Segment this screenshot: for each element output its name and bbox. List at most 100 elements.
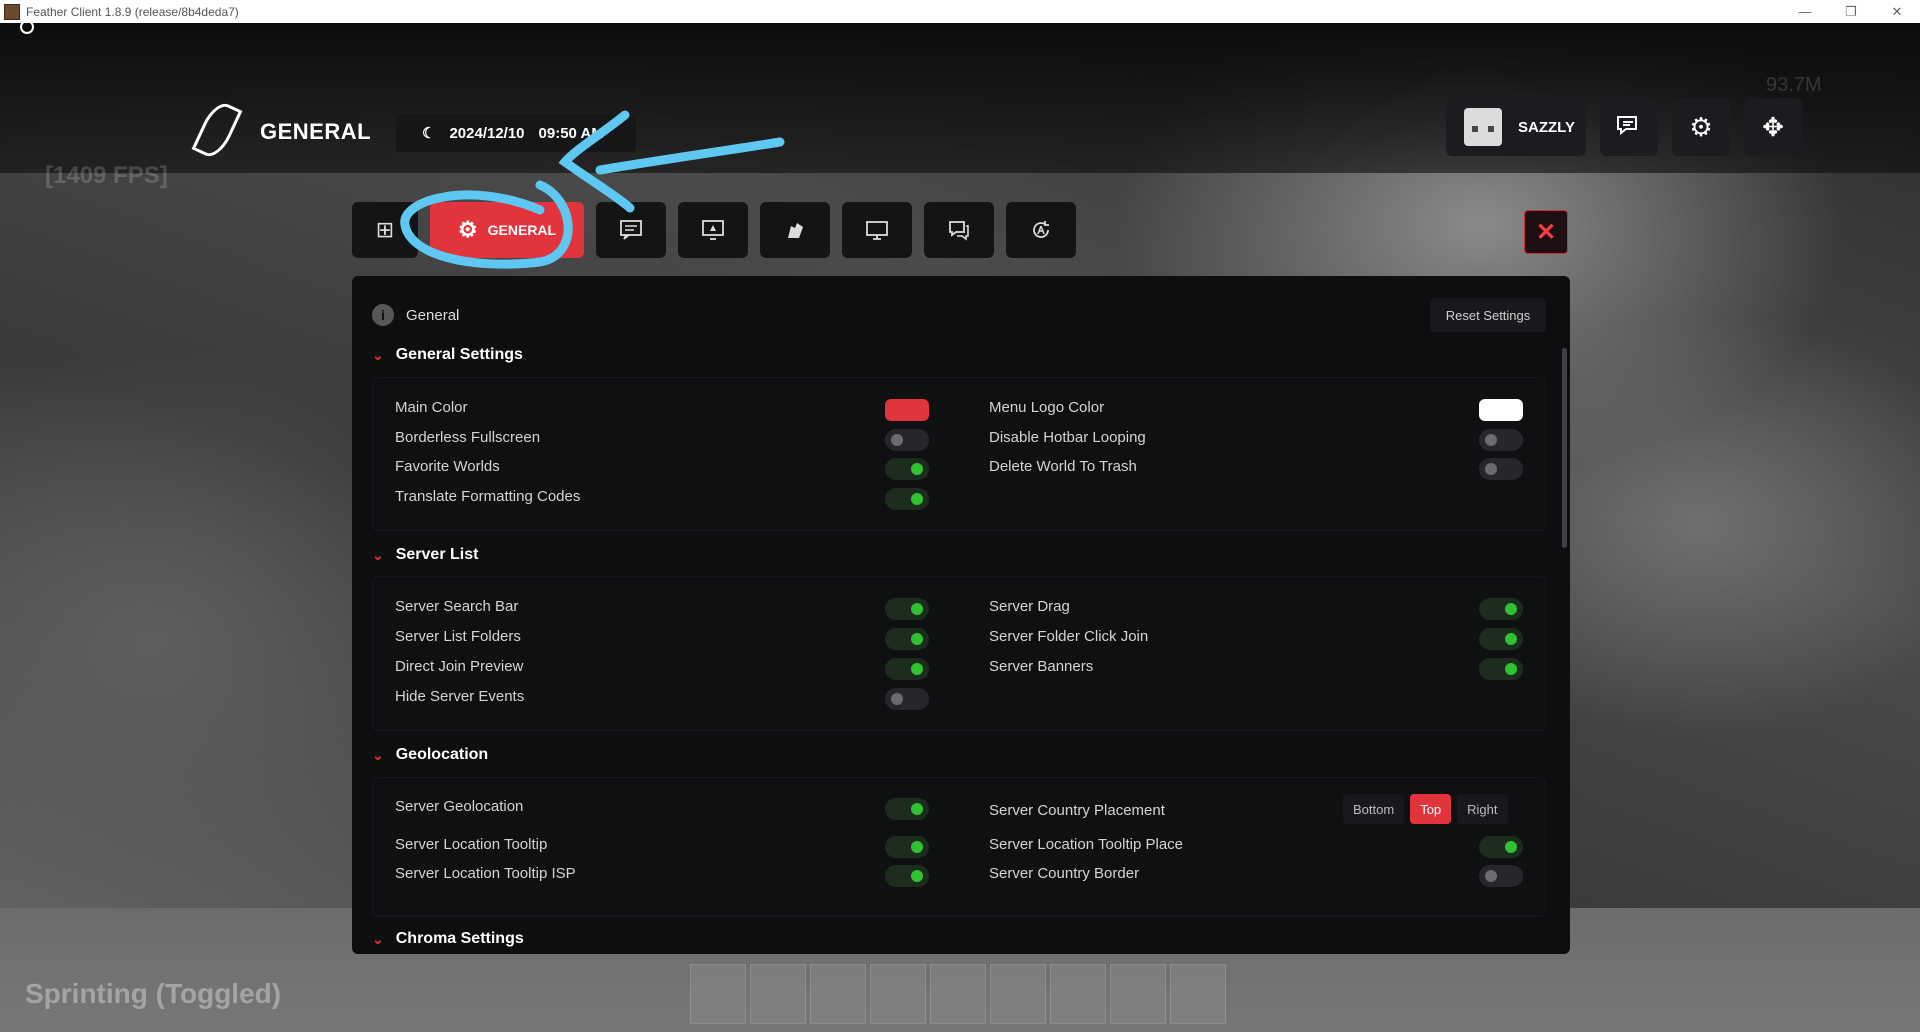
category-tabs: ⊞ ⚙ GENERAL — [352, 202, 1076, 258]
feather-logo-icon — [191, 98, 243, 164]
setting-label: Server Geolocation — [395, 798, 524, 815]
close-icon: ✕ — [1535, 218, 1557, 246]
main-color-swatch[interactable] — [885, 399, 929, 421]
setting-label: Server Folder Click Join — [989, 628, 1149, 645]
toggle-server-drag[interactable] — [1479, 598, 1523, 620]
tab-cosmetics[interactable] — [760, 202, 830, 258]
panel-header: i General — [372, 304, 459, 326]
chevron-down-icon: ⌄ — [372, 346, 384, 363]
tab-overview[interactable]: ⊞ — [352, 202, 418, 258]
section-chroma-settings[interactable]: ⌄ Chroma Settings — [372, 930, 524, 948]
setting-label: Server Location Tooltip Place — [989, 836, 1184, 853]
reset-settings-button[interactable]: Reset Settings — [1430, 298, 1546, 332]
toggle-server-location-tooltip[interactable] — [885, 836, 929, 858]
hotbar-slot — [690, 964, 746, 1024]
close-menu-button[interactable]: ✕ — [1524, 210, 1568, 254]
chevron-down-icon: ⌄ — [372, 930, 384, 947]
setting-label: Server Drag — [989, 598, 1070, 615]
tab-sync[interactable] — [1006, 202, 1076, 258]
toggle-server-list-folders[interactable] — [885, 628, 929, 650]
tab-display[interactable] — [842, 202, 912, 258]
setting-label: Menu Logo Color — [989, 399, 1105, 416]
scrollbar[interactable] — [1562, 348, 1567, 548]
placement-option-bottom[interactable]: Bottom — [1343, 794, 1405, 824]
window-close-button[interactable]: ✕ — [1874, 4, 1920, 20]
gears-icon: ⚙ — [1689, 111, 1713, 142]
toggle-server-banners[interactable] — [1479, 658, 1523, 680]
hotbar — [690, 964, 1226, 1024]
toggle-server-country-border[interactable] — [1479, 865, 1523, 887]
chat-icon — [620, 220, 642, 240]
placement-selector: Bottom Top Right — [1343, 794, 1508, 824]
setting-label: Translate Formatting Codes — [395, 488, 581, 505]
section-title: Chroma Settings — [395, 930, 524, 947]
minimize-button[interactable]: — — [1782, 4, 1828, 20]
chat-button[interactable] — [1600, 98, 1658, 156]
display-icon — [866, 221, 888, 240]
server-list-box: Server Search Bar Server List Folders Di… — [372, 576, 1546, 731]
move-button[interactable]: ✥ — [1744, 98, 1802, 156]
move-arrows-icon: ✥ — [1762, 111, 1784, 142]
monitor-cursor-icon — [702, 220, 724, 240]
toggle-server-location-tooltip-place[interactable] — [1479, 836, 1523, 858]
settings-button[interactable]: ⚙ — [1672, 98, 1730, 156]
toggle-server-location-tooltip-isp[interactable] — [885, 865, 929, 887]
info-icon: i — [372, 304, 394, 326]
section-general-settings[interactable]: ⌄ General Settings — [372, 346, 523, 364]
chat-bubble-icon — [1617, 116, 1637, 136]
toggle-server-folder-click-join[interactable] — [1479, 628, 1523, 650]
grid-icon: ⊞ — [375, 217, 395, 242]
toggle-hide-server-events[interactable] — [885, 688, 929, 710]
toggle-translate-formatting-codes[interactable] — [885, 488, 929, 510]
time-text: 09:50 AM — [538, 124, 604, 142]
tab-messages[interactable] — [924, 202, 994, 258]
setting-label: Server Banners — [989, 658, 1094, 675]
setting-label: Hide Server Events — [395, 688, 525, 705]
placement-option-top[interactable]: Top — [1410, 794, 1452, 824]
header: GENERAL — [191, 98, 371, 164]
hud-readout: 93.7M — [1766, 74, 1822, 96]
hotbar-slot — [870, 964, 926, 1024]
placement-option-right[interactable]: Right — [1457, 794, 1508, 824]
setting-label: Delete World To Trash — [989, 458, 1137, 475]
tab-general[interactable]: ⚙ GENERAL — [430, 202, 584, 258]
hotbar-slot — [750, 964, 806, 1024]
maximize-button[interactable]: ❐ — [1828, 4, 1874, 20]
panel-title: General — [406, 306, 460, 324]
toggle-delete-world-to-trash[interactable] — [1479, 458, 1523, 480]
tab-hud[interactable] — [678, 202, 748, 258]
section-title: General Settings — [395, 346, 523, 363]
hand-icon — [788, 223, 803, 238]
menu-logo-color-swatch[interactable] — [1479, 399, 1523, 421]
user-profile-button[interactable]: SAZZLY — [1446, 98, 1586, 156]
toggle-direct-join-preview[interactable] — [885, 658, 929, 680]
chevron-down-icon: ⌄ — [372, 546, 384, 563]
hotbar-slot — [810, 964, 866, 1024]
tab-general-label: GENERAL — [487, 222, 557, 238]
setting-label: Server Country Border — [989, 865, 1140, 882]
tab-chat[interactable] — [596, 202, 666, 258]
avatar — [1464, 108, 1502, 146]
section-title: Server List — [395, 546, 479, 563]
hotbar-slot — [930, 964, 986, 1024]
toggle-borderless-fullscreen[interactable] — [885, 429, 929, 451]
section-server-list[interactable]: ⌄ Server List — [372, 546, 478, 564]
toggle-server-search-bar[interactable] — [885, 598, 929, 620]
setting-label: Server Country Placement — [989, 802, 1165, 819]
section-geolocation[interactable]: ⌄ Geolocation — [372, 746, 488, 764]
window-title: Feather Client 1.8.9 (release/8b4deda7) — [26, 4, 239, 19]
hotbar-slot — [1110, 964, 1166, 1024]
general-settings-box: Main Color Borderless Fullscreen Favorit… — [372, 377, 1546, 531]
setting-label: Direct Join Preview — [395, 658, 524, 675]
setting-label: Server List Folders — [395, 628, 521, 645]
toggle-disable-hotbar-looping[interactable] — [1479, 429, 1523, 451]
toggle-server-geolocation[interactable] — [885, 798, 929, 820]
gear-icon: ⚙ — [457, 217, 478, 242]
settings-panel: i General Reset Settings ⌄ General Setti… — [352, 276, 1570, 954]
setting-label: Server Search Bar — [395, 598, 519, 615]
fps-counter: [1409 FPS] — [45, 162, 168, 189]
hotbar-slot — [990, 964, 1046, 1024]
hotbar-slot — [1050, 964, 1106, 1024]
app-icon — [4, 3, 20, 20]
toggle-favorite-worlds[interactable] — [885, 458, 929, 480]
